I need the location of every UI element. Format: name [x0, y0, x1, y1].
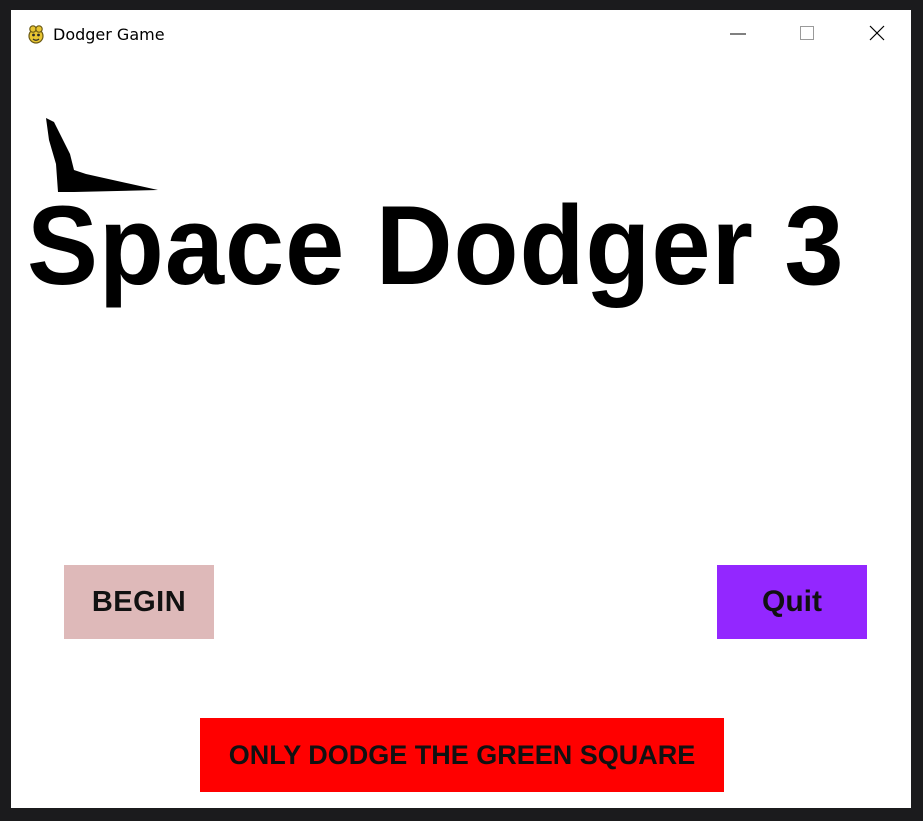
close-button[interactable]	[854, 10, 900, 56]
game-canvas: Space Dodger 3 BEGIN Quit ONLY DODGE THE…	[11, 60, 911, 808]
begin-button-label: BEGIN	[91, 585, 187, 618]
quit-button[interactable]: Quit	[717, 565, 867, 639]
game-title-text: Space Dodger 3	[27, 183, 845, 308]
title-bar[interactable]: Dodger Game	[11, 10, 911, 60]
quit-button-label: Quit	[762, 585, 822, 618]
maximize-icon	[800, 26, 814, 40]
instruction-text: ONLY DODGE THE GREEN SQUARE	[228, 739, 696, 770]
game-title: Space Dodger 3	[11, 180, 911, 320]
minimize-button[interactable]	[715, 10, 761, 56]
window-title: Dodger Game	[53, 25, 165, 44]
minimize-icon	[730, 33, 746, 35]
maximize-button[interactable]	[784, 10, 830, 56]
close-icon	[869, 25, 885, 41]
begin-button[interactable]: BEGIN	[64, 565, 214, 639]
game-window: Dodger Game Space Dodger 3 BEGIN Quit ON…	[11, 10, 911, 808]
pygame-icon	[25, 23, 47, 45]
instruction-banner: ONLY DODGE THE GREEN SQUARE	[200, 718, 724, 792]
